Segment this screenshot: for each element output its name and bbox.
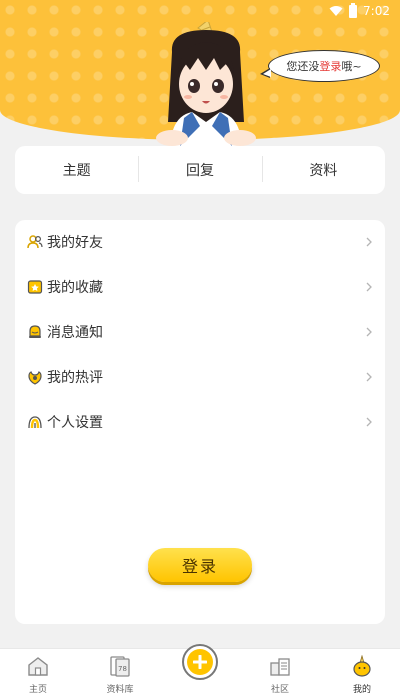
menu-item-label: 消息通知 bbox=[47, 325, 103, 341]
wifi-icon bbox=[329, 6, 343, 16]
hot-comments-icon bbox=[28, 371, 42, 385]
svg-text:78: 78 bbox=[118, 665, 127, 673]
profile-icon bbox=[353, 655, 371, 677]
login-prompt-bubble: 您还没 登录 哦~ bbox=[260, 50, 380, 82]
bubble-text-prefix: 您还没 bbox=[286, 60, 320, 73]
plus-icon bbox=[187, 649, 213, 675]
settings-icon bbox=[28, 416, 42, 429]
nav-label: 我的 bbox=[352, 685, 371, 695]
menu-item-label: 我的热评 bbox=[47, 370, 103, 386]
library-icon: 78 bbox=[110, 656, 130, 677]
favorites-icon bbox=[27, 280, 43, 294]
nav-item-profile[interactable]: 我的 bbox=[332, 655, 392, 695]
nav-label: 主页 bbox=[28, 685, 47, 695]
post-button[interactable] bbox=[182, 644, 218, 680]
menu-item-hot-comments[interactable]: 我的热评 bbox=[15, 355, 385, 399]
community-icon bbox=[270, 658, 290, 676]
nav-item-community[interactable]: 社区 bbox=[250, 655, 310, 695]
chevron-right-icon bbox=[366, 237, 372, 247]
home-icon bbox=[28, 657, 48, 676]
menu-item-settings[interactable]: 个人设置 bbox=[15, 400, 385, 444]
menu-item-friends[interactable]: 我的好友 bbox=[15, 220, 385, 264]
menu-item-notifications[interactable]: 消息通知 bbox=[15, 310, 385, 354]
tab-profile-info[interactable]: 资料 bbox=[261, 156, 385, 182]
status-bar: 7:02 bbox=[0, 0, 400, 22]
avatar[interactable] bbox=[150, 22, 262, 146]
login-button[interactable]: 登录 bbox=[148, 548, 252, 582]
chevron-right-icon bbox=[366, 372, 372, 382]
chevron-right-icon bbox=[366, 282, 372, 292]
nav-label: 社区 bbox=[270, 685, 289, 695]
tab-replies[interactable]: 回复 bbox=[138, 156, 261, 182]
nav-item-home[interactable]: 主页 bbox=[8, 655, 68, 695]
chevron-right-icon bbox=[366, 417, 372, 427]
nav-label: 资料库 bbox=[106, 685, 134, 695]
menu-item-label: 个人设置 bbox=[47, 415, 103, 431]
menu-item-label: 我的好友 bbox=[47, 235, 103, 251]
profile-screen: 7:02 您还没 登录 哦~ 主题 回复 资料 我的好友 我的收藏 消息通知 我… bbox=[0, 0, 400, 700]
menu-card: 我的好友 我的收藏 消息通知 我的热评 个人设置 登录 bbox=[15, 220, 385, 624]
status-time: 7:02 bbox=[363, 4, 390, 18]
bubble-text-suffix: 哦~ bbox=[341, 60, 362, 73]
friends-icon bbox=[27, 235, 43, 249]
battery-icon bbox=[349, 2, 358, 18]
notification-icon bbox=[29, 325, 41, 338]
profile-tabs: 主题 回复 资料 bbox=[15, 146, 385, 194]
menu-item-favorites[interactable]: 我的收藏 bbox=[15, 265, 385, 309]
menu-item-label: 我的收藏 bbox=[47, 280, 103, 296]
chevron-right-icon bbox=[366, 327, 372, 337]
bubble-login-link[interactable]: 登录 bbox=[319, 58, 341, 74]
tab-topics[interactable]: 主题 bbox=[15, 160, 138, 180]
nav-item-library[interactable]: 78 资料库 bbox=[90, 655, 150, 695]
